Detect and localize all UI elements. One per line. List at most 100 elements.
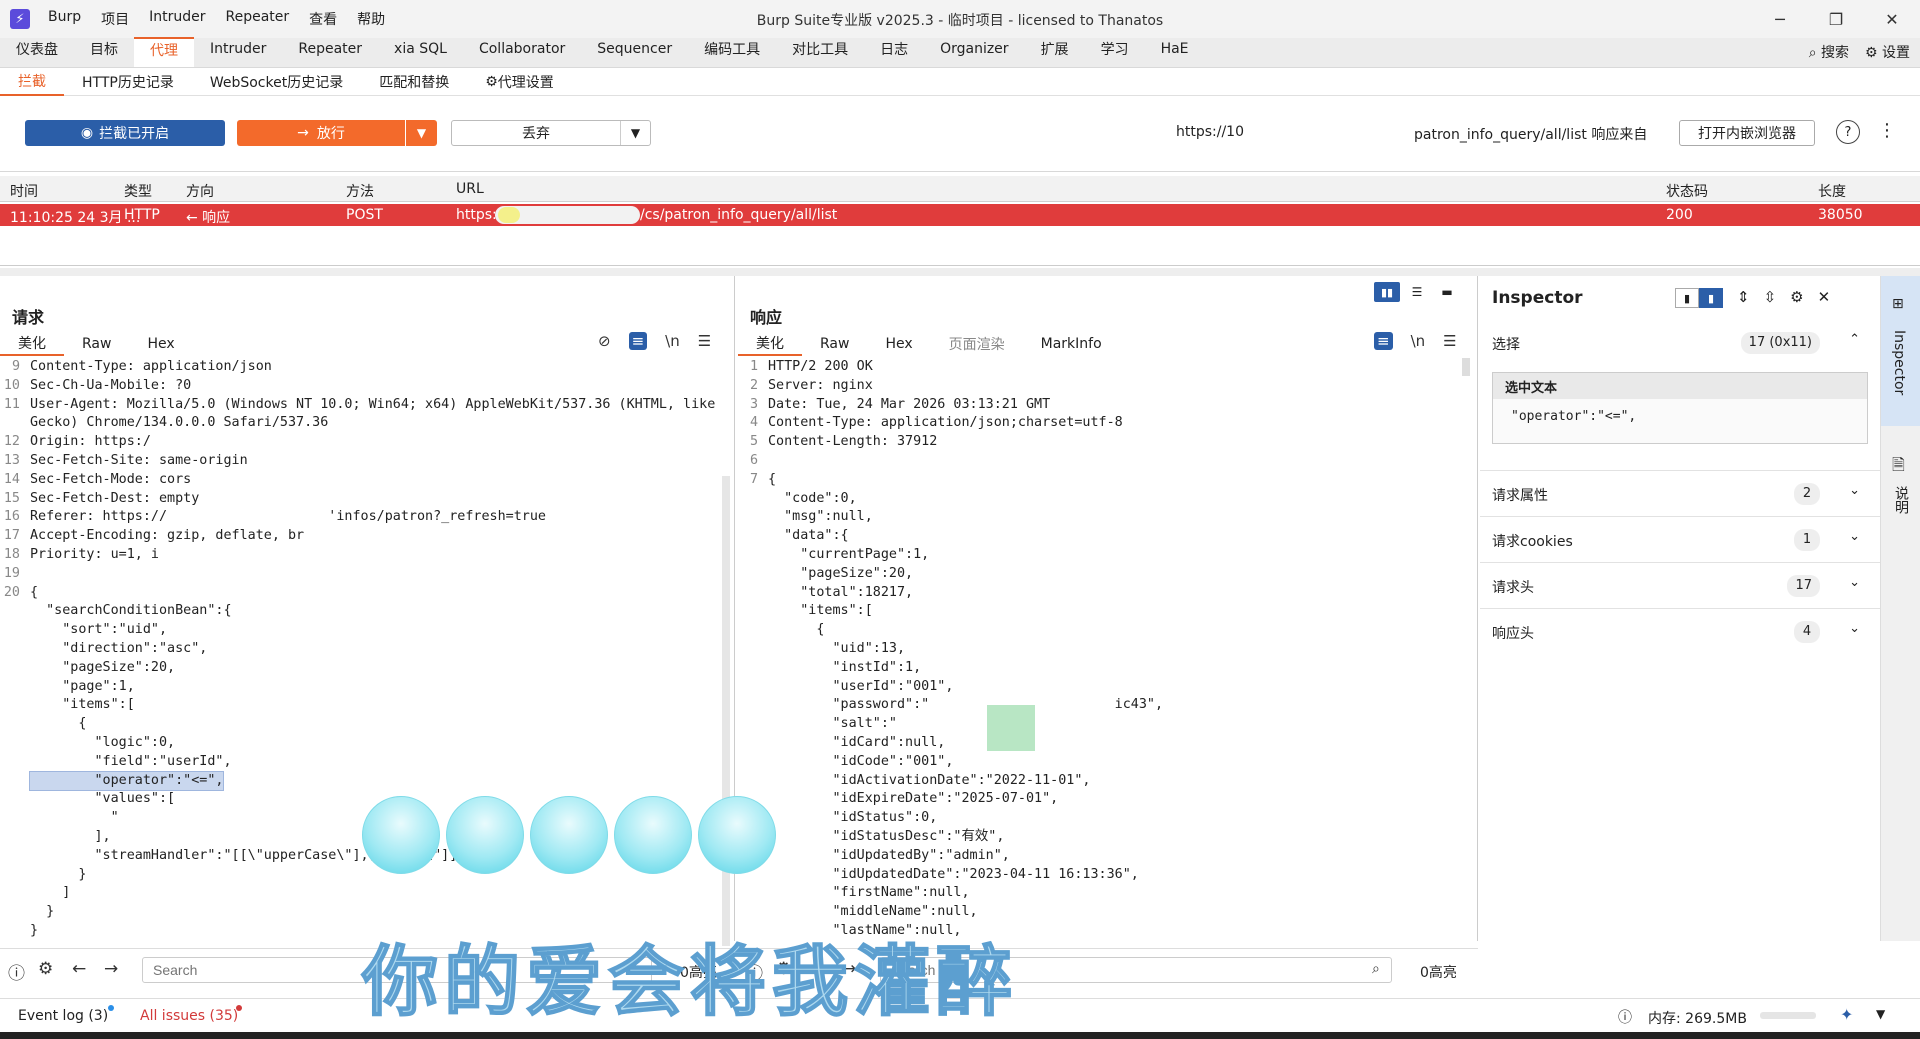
tab-pretty[interactable]: 美化 <box>738 332 802 356</box>
main-tab[interactable]: Sequencer <box>581 37 688 67</box>
open-browser-button[interactable]: 打开内嵌浏览器 <box>1679 120 1815 146</box>
single-view-icon[interactable]: ▬ <box>1434 282 1460 302</box>
intercept-toggle-button[interactable]: ◉ 拦截已开启 <box>25 120 225 146</box>
response-editor[interactable]: 1 HTTP/2 200 OK 2 Server: nginx 3 Date: Tue, … <box>738 358 1458 938</box>
main-tab[interactable]: 日志 <box>864 37 924 67</box>
table-row[interactable]: 11:10:25 24 3月 ... HTTP ← 响应 POST https:… <box>0 204 1920 226</box>
request-scrollbar[interactable] <box>722 476 730 946</box>
menu-item[interactable]: Repeater <box>226 9 290 29</box>
menu-item[interactable]: Intruder <box>149 9 205 29</box>
code-line: Priority: u=1, i <box>30 547 159 562</box>
chevron-down-icon[interactable]: ▼ <box>1876 1007 1885 1021</box>
inspector-section[interactable]: 请求头 17 ⌄ <box>1480 562 1880 608</box>
tab-pretty[interactable]: 美化 <box>0 332 64 356</box>
menu-item[interactable]: 帮助 <box>357 9 385 29</box>
main-tab[interactable]: 目标 <box>74 37 134 67</box>
sub-tab[interactable]: 拦截 <box>0 68 64 96</box>
main-tab[interactable]: Organizer <box>924 37 1024 67</box>
inspector-selection-row[interactable]: 选择 17 (0x11) ⌃ <box>1480 320 1880 366</box>
menu-icon[interactable]: ☰ <box>1443 332 1456 350</box>
main-tab[interactable]: 扩展 <box>1025 37 1085 67</box>
forward-button[interactable]: → 放行 <box>237 120 405 146</box>
tab-render[interactable]: 页面渲染 <box>931 332 1023 356</box>
search-button[interactable]: ⌕ 搜索 <box>1809 42 1849 62</box>
main-tab[interactable]: Collaborator <box>463 37 581 67</box>
menu-item[interactable]: 项目 <box>101 9 129 29</box>
main-tab[interactable]: 学习 <box>1085 37 1145 67</box>
tab-hex[interactable]: Hex <box>129 332 192 356</box>
all-issues-link[interactable]: All issues (35) <box>140 1008 238 1024</box>
minimize-icon[interactable]: ─ <box>1752 0 1808 38</box>
tab-markinfo[interactable]: MarkInfo <box>1023 332 1120 356</box>
main-tab[interactable]: Intruder <box>194 37 282 67</box>
newline-icon[interactable]: \n <box>1411 332 1426 350</box>
row-method: POST <box>346 207 383 223</box>
side-tab-inspector[interactable]: ⊞ Inspector <box>1881 276 1920 426</box>
inspector-section[interactable]: 请求属性 2 ⌄ <box>1480 470 1880 516</box>
search-icon[interactable]: ⌕ <box>1372 961 1380 977</box>
col-direction[interactable]: 方向 <box>186 181 214 201</box>
menu-item[interactable]: 查看 <box>309 9 337 29</box>
tab-hex[interactable]: Hex <box>867 332 930 356</box>
menu-icon[interactable]: ☰ <box>698 332 711 350</box>
horizontal-view-icon[interactable]: ☰ <box>1404 282 1430 302</box>
main-tab[interactable]: HaE <box>1145 37 1205 67</box>
col-status[interactable]: 状态码 <box>1666 181 1708 201</box>
response-scrollbar[interactable] <box>1462 358 1470 376</box>
forward-dropdown-button[interactable]: ▼ <box>405 120 437 146</box>
split-view-icon[interactable]: ▮▮ <box>1374 282 1400 302</box>
chevron-down-icon[interactable]: ⌄ <box>1849 621 1860 636</box>
wrap-icon[interactable]: ≡ <box>1374 332 1393 350</box>
sub-tab[interactable]: 匹配和替换 <box>361 68 467 96</box>
ai-sparkle-icon[interactable]: ✦ <box>1840 1005 1853 1024</box>
drop-button[interactable]: 丢弃 ▼ <box>451 120 651 146</box>
event-log-link[interactable]: Event log (3) <box>18 1008 108 1024</box>
maximize-icon[interactable]: ❐ <box>1808 0 1864 38</box>
chevron-up-icon[interactable]: ⌃ <box>1849 332 1860 347</box>
main-tab[interactable]: xia SQL <box>378 37 463 67</box>
inspector-section[interactable]: 响应头 4 ⌄ <box>1480 608 1880 654</box>
forward-icon[interactable]: → <box>104 959 118 979</box>
wrap-icon[interactable]: ≡ <box>628 332 648 350</box>
layout-left-icon[interactable]: ▮ <box>1675 288 1699 308</box>
collapse-all-icon[interactable]: ⇳ <box>1764 288 1777 308</box>
hide-icon[interactable]: ⊘ <box>598 332 611 350</box>
chevron-down-icon[interactable]: ⌄ <box>1849 575 1860 590</box>
more-options-icon[interactable]: ⋮ <box>1878 120 1896 141</box>
panel-divider[interactable] <box>0 268 1920 276</box>
sub-tab[interactable]: HTTP历史记录 <box>64 68 192 96</box>
expand-all-icon[interactable]: ⇕ <box>1737 288 1750 308</box>
gear-icon[interactable]: ⚙ <box>38 959 53 979</box>
side-tab-notes[interactable]: 说明 <box>1891 486 1911 514</box>
main-tab[interactable]: 仪表盘 <box>0 37 74 67</box>
main-tab[interactable]: 对比工具 <box>776 37 864 67</box>
col-length[interactable]: 长度 <box>1818 181 1846 201</box>
menu-item[interactable]: Burp <box>48 9 81 29</box>
col-time[interactable]: 时间 <box>10 181 38 201</box>
layout-right-icon[interactable]: ▮ <box>1699 288 1723 308</box>
tab-raw[interactable]: Raw <box>802 332 867 356</box>
request-editor[interactable]: 9 Content-Type: application/json 10 Sec-Ch-… <box>0 358 720 938</box>
main-tab[interactable]: 编码工具 <box>688 37 776 67</box>
col-method[interactable]: 方法 <box>346 181 374 201</box>
col-type[interactable]: 类型 <box>124 181 152 201</box>
back-icon[interactable]: ← <box>72 959 86 979</box>
close-icon[interactable]: ✕ <box>1818 288 1831 308</box>
sub-tab[interactable]: ⚙ 代理设置 <box>467 68 572 96</box>
col-url[interactable]: URL <box>456 181 484 197</box>
chevron-down-icon[interactable]: ▼ <box>620 121 650 145</box>
main-tab[interactable]: Repeater <box>282 37 378 67</box>
main-tab[interactable]: 代理 <box>134 37 194 67</box>
inspector-section[interactable]: 请求cookies 1 ⌄ <box>1480 516 1880 562</box>
settings-button[interactable]: ⚙ 设置 <box>1865 42 1910 62</box>
newline-icon[interactable]: \n <box>665 332 680 350</box>
help-icon[interactable]: ? <box>1836 120 1860 144</box>
info-icon: ⓘ <box>1618 1010 1632 1026</box>
close-icon[interactable]: ✕ <box>1864 0 1920 38</box>
tab-raw[interactable]: Raw <box>64 332 129 356</box>
gear-icon[interactable]: ⚙ <box>1790 288 1803 308</box>
chevron-down-icon[interactable]: ⌄ <box>1849 483 1860 498</box>
chevron-down-icon[interactable]: ⌄ <box>1849 529 1860 544</box>
help-icon[interactable]: ⓘ <box>8 959 25 984</box>
sub-tab[interactable]: WebSocket历史记录 <box>192 68 361 96</box>
